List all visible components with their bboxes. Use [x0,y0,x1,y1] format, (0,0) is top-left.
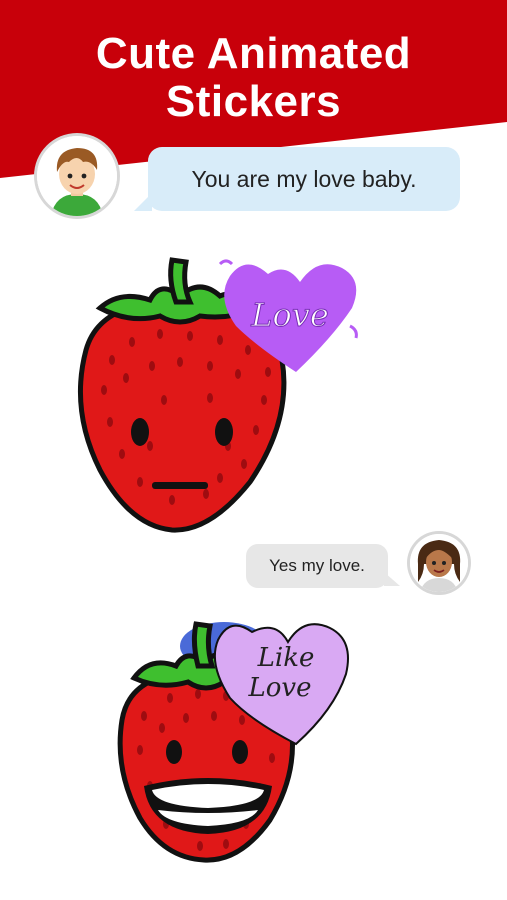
girl-avatar-icon [410,534,468,592]
girl-avatar[interactable] [410,534,468,592]
message-bubble-received: You are my love baby. [134,147,460,211]
page-title: Cute Animated Stickers [0,30,507,126]
bubble-tail [134,193,152,211]
like-love-strawberry-sticker[interactable]: Like Love [100,610,370,880]
bubble-tail [384,572,400,586]
strawberry-smiling-icon: Like Love [117,621,349,863]
page-title-line2: Stickers [165,77,342,126]
love-heart-text: Love [250,296,329,334]
message-text: You are my love baby. [191,165,417,192]
like-heart-text: Like [257,643,315,673]
page-title-line1: Cute Animated [95,29,412,78]
message-bubble-sent: Yes my love. [246,544,400,588]
love-heart-text: Love [248,673,312,703]
boy-avatar-icon [37,136,117,216]
strawberry-neutral-icon: Love [77,257,358,533]
love-strawberry-sticker[interactable]: Love [60,250,380,540]
boy-avatar[interactable] [37,136,117,216]
message-text: Yes my love. [269,556,365,575]
